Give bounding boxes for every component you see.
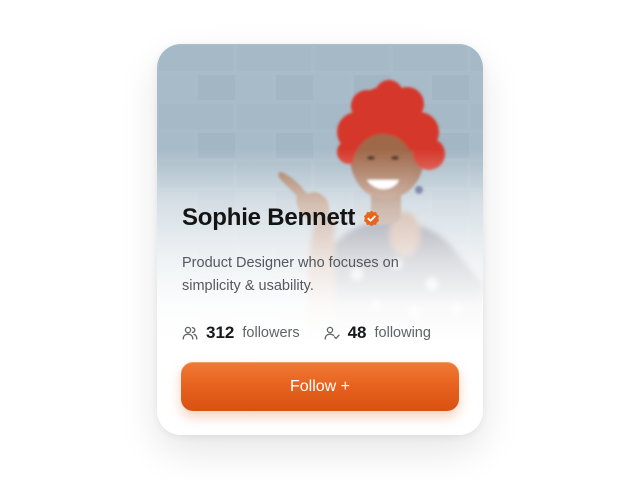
following-count: 48 bbox=[347, 323, 367, 342]
following-stat[interactable]: 48 following bbox=[324, 323, 431, 343]
user-check-icon bbox=[324, 325, 340, 341]
profile-name: Sophie Bennett bbox=[182, 204, 356, 231]
name-row: Sophie Bennett bbox=[182, 204, 380, 232]
users-icon bbox=[182, 325, 198, 341]
profile-stats: 312 followers 48 following bbox=[182, 323, 431, 343]
following-label: following bbox=[374, 325, 431, 341]
verified-badge-icon bbox=[363, 210, 380, 227]
profile-bio: Product Designer who focuses on simplici… bbox=[182, 255, 399, 294]
profile-card: Sophie Bennett Product Designer who focu… bbox=[157, 44, 483, 435]
follow-button[interactable]: Follow + bbox=[181, 362, 459, 411]
followers-label: followers bbox=[242, 325, 300, 341]
followers-count: 312 bbox=[206, 323, 235, 342]
followers-stat[interactable]: 312 followers bbox=[182, 323, 300, 343]
